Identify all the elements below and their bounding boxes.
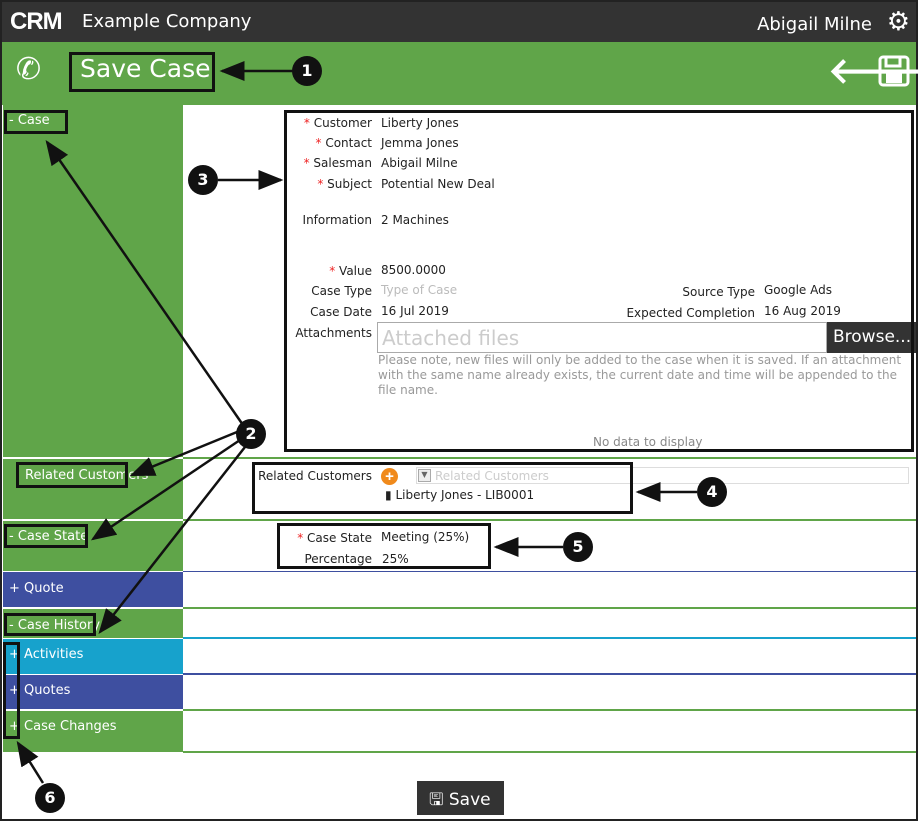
- annotation-marker-6: 6: [35, 783, 65, 813]
- annotation-arrows: [16, 61, 697, 784]
- annotation-marker-4: 4: [697, 477, 727, 507]
- annotation-marker-2: 2: [236, 419, 266, 449]
- annotation-marker-1: 1: [292, 56, 322, 86]
- annotation-marker-5: 5: [563, 532, 593, 562]
- annotation-marker-3: 3: [188, 165, 218, 195]
